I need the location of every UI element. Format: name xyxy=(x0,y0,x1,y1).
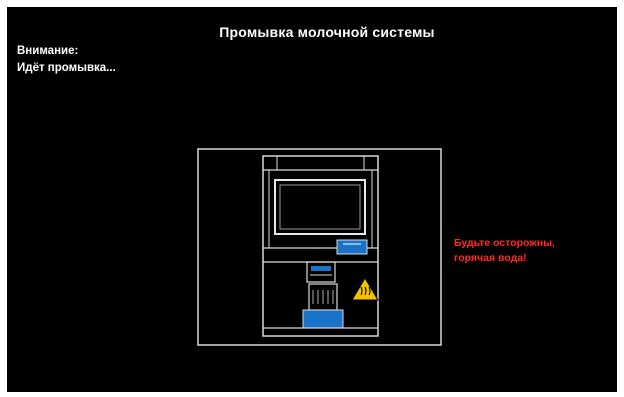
status-text: Идёт промывка... xyxy=(17,62,116,74)
hot-water-warning-icon xyxy=(351,277,379,301)
caution-line-2: горячая вода! xyxy=(454,252,527,264)
coffee-machine-illustration xyxy=(197,148,442,346)
attention-label: Внимание: xyxy=(17,45,79,57)
coffee-machine-icon xyxy=(197,148,442,346)
screen: Промывка молочной системы Внимание: Идёт… xyxy=(7,7,617,392)
caution-line-1: Будьте осторожны, xyxy=(454,237,555,249)
hot-water-caution: Будьте осторожны, горячая вода! xyxy=(454,236,555,266)
page-title: Промывка молочной системы xyxy=(219,24,435,40)
status-message: Внимание: Идёт промывка... xyxy=(17,43,116,77)
